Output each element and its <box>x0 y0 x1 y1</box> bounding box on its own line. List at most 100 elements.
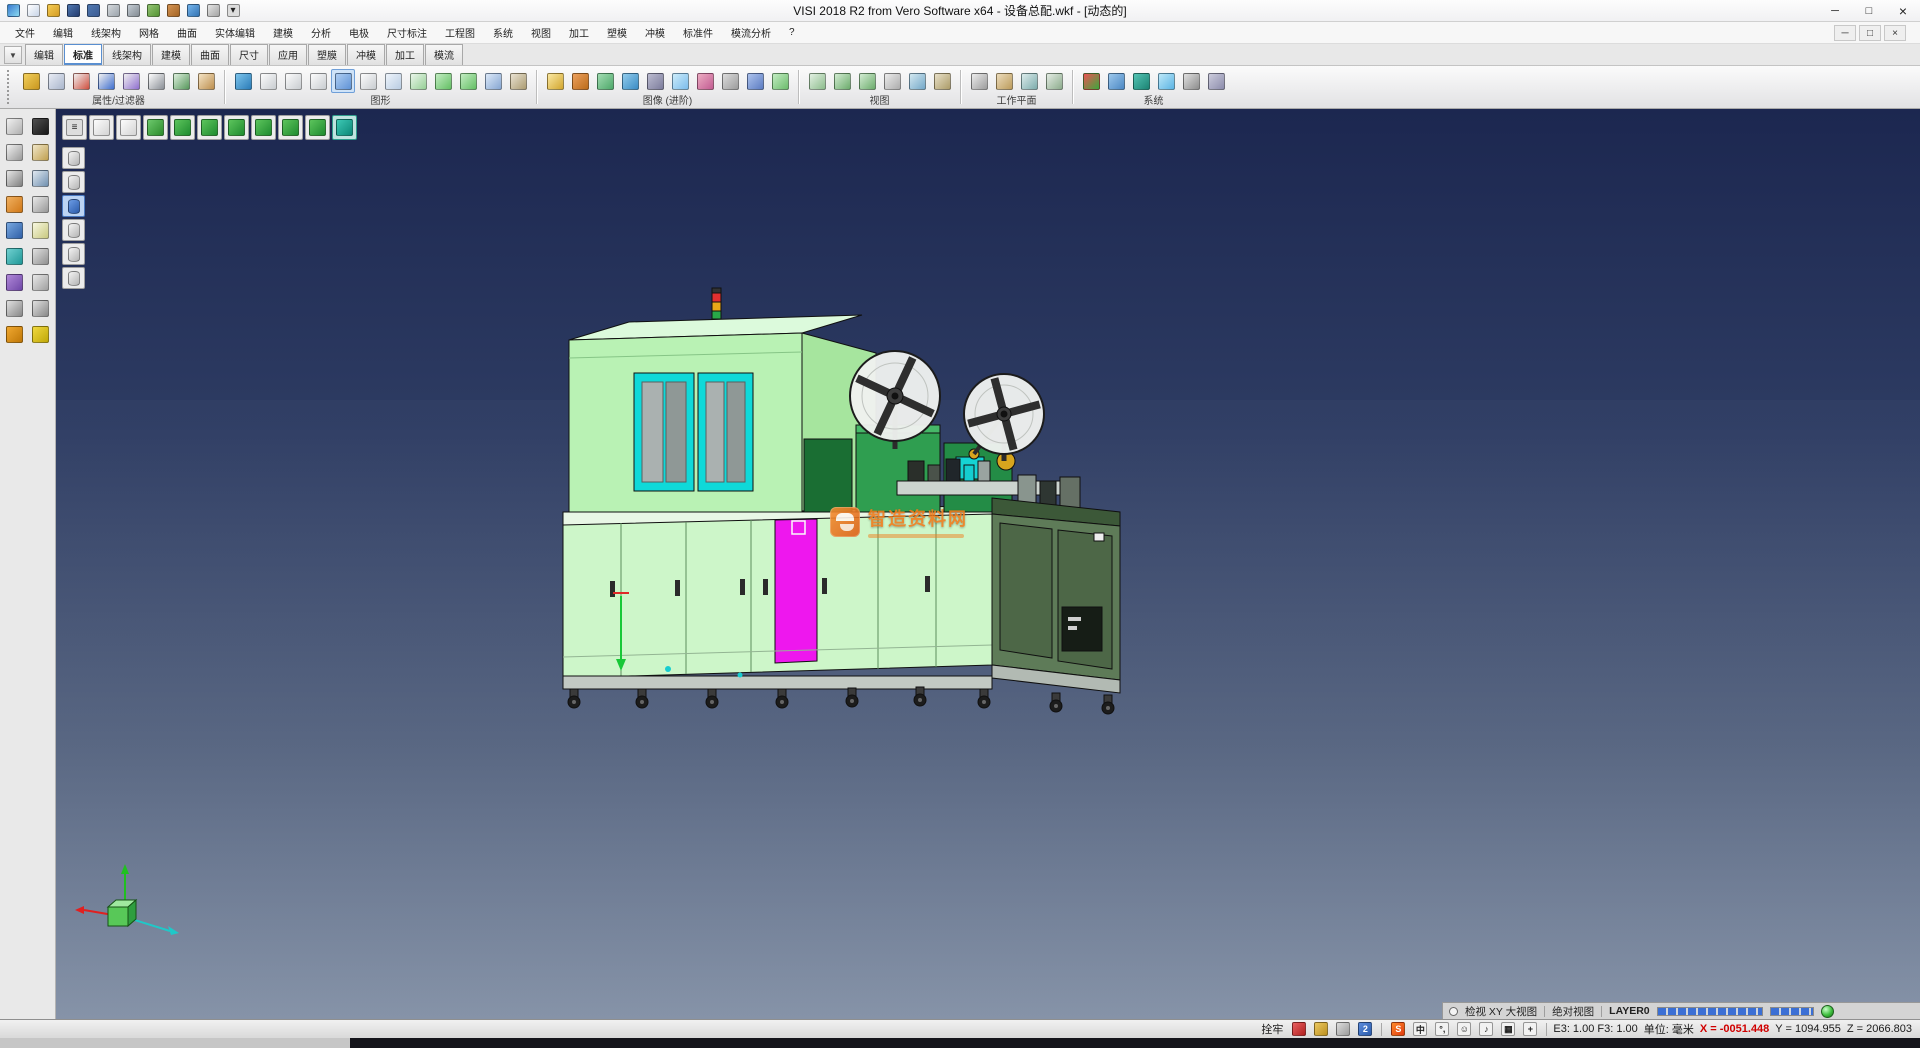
cylinder-shaded-edges-icon[interactable] <box>356 69 380 93</box>
filter-selection-icon[interactable] <box>69 69 93 93</box>
ime-lang-icon[interactable]: 中 <box>1410 1021 1430 1038</box>
tab-surface[interactable]: 曲面 <box>191 44 229 65</box>
materials-icon[interactable] <box>568 69 592 93</box>
pan-icon[interactable] <box>880 69 904 93</box>
zoom-extents-icon[interactable] <box>830 69 854 93</box>
snap-lock-label[interactable]: 拴牢 <box>1261 1021 1283 1037</box>
box-select-icon[interactable] <box>2 270 26 294</box>
erase-icon[interactable] <box>28 114 52 138</box>
open-file-icon[interactable] <box>44 2 62 19</box>
textures-icon[interactable] <box>593 69 617 93</box>
assistant-icon[interactable]: 2 <box>1355 1021 1375 1038</box>
reflections-icon[interactable] <box>668 69 692 93</box>
multi-pane-view-icon[interactable] <box>116 115 141 140</box>
toolbar-grip[interactable] <box>7 70 12 104</box>
filter-layers-icon[interactable] <box>119 69 143 93</box>
menu-modeling[interactable]: 建模 <box>264 22 302 43</box>
absolute-view-label[interactable]: 绝对视图 <box>1552 1004 1594 1019</box>
tab-die[interactable]: 冲模 <box>347 44 385 65</box>
element-attributes-icon[interactable] <box>19 69 43 93</box>
view-hint-label[interactable]: 检视 XY 大视图 <box>1465 1004 1537 1019</box>
qat-dropdown-icon[interactable]: ▾ <box>224 2 242 19</box>
cube-top-icon[interactable] <box>278 115 303 140</box>
cylinder-dashed-icon[interactable] <box>306 69 330 93</box>
project-open-icon[interactable] <box>2 322 26 346</box>
regenerate-icon[interactable] <box>231 69 255 93</box>
edit-icon[interactable] <box>28 192 52 216</box>
visibility-mask-icon[interactable] <box>169 69 193 93</box>
zoom-window-icon[interactable] <box>805 69 829 93</box>
menu-flow-analysis[interactable]: 模流分析 <box>722 22 780 43</box>
close-button[interactable]: × <box>1886 0 1920 21</box>
monitor-icon[interactable] <box>1104 69 1128 93</box>
menu-analysis[interactable]: 分析 <box>302 22 340 43</box>
menu-surface[interactable]: 曲面 <box>168 22 206 43</box>
view-list-icon[interactable] <box>930 69 954 93</box>
print-icon[interactable] <box>104 2 122 19</box>
animation-icon[interactable] <box>768 69 792 93</box>
cube-back-left-icon[interactable] <box>224 115 249 140</box>
menu-view[interactable]: 视图 <box>522 22 560 43</box>
save-all-icon[interactable] <box>84 2 102 19</box>
workplane-rotate-icon[interactable] <box>1017 69 1041 93</box>
box-wireframe-icon[interactable] <box>406 69 430 93</box>
mesh-sphere-icon[interactable] <box>481 69 505 93</box>
workplane-origin-icon[interactable] <box>1042 69 1066 93</box>
workplane-xy-icon[interactable] <box>967 69 991 93</box>
display-blank-icon[interactable] <box>62 267 85 289</box>
tab-application[interactable]: 应用 <box>269 44 307 65</box>
grid-toggle-icon[interactable] <box>1333 1021 1353 1038</box>
viewport-canvas[interactable] <box>56 109 1920 1019</box>
doc-minimize-button[interactable]: ─ <box>1834 25 1856 41</box>
cylinder-wireframe-icon[interactable] <box>256 69 280 93</box>
attribute-painter-icon[interactable] <box>44 69 68 93</box>
tab-wireframe[interactable]: 线架构 <box>103 44 151 65</box>
minimize-button[interactable]: ─ <box>1818 0 1852 21</box>
settings-icon[interactable] <box>204 2 222 19</box>
cylinder-hidden-line-icon[interactable] <box>281 69 305 93</box>
multi-view-icon[interactable] <box>743 69 767 93</box>
measure-icon[interactable] <box>28 296 52 320</box>
tab-standard[interactable]: 标准 <box>64 44 102 65</box>
menu-edit[interactable]: 编辑 <box>44 22 82 43</box>
ime-punct-icon[interactable]: °, <box>1432 1021 1452 1038</box>
select-mode-icon[interactable] <box>1289 1021 1309 1038</box>
rotate-view-icon[interactable] <box>905 69 929 93</box>
stack-icon[interactable] <box>2 244 26 268</box>
display-solids-icon[interactable] <box>62 171 85 193</box>
ime-mic-icon[interactable]: ♪ <box>1476 1021 1496 1038</box>
draft-analysis-icon[interactable] <box>1204 69 1228 93</box>
workplane-entity-icon[interactable] <box>992 69 1016 93</box>
section-view-icon[interactable] <box>506 69 530 93</box>
cube-iso-small-icon[interactable] <box>143 115 168 140</box>
units-label[interactable]: 单位: 毫米 <box>1644 1021 1694 1037</box>
display-wireframe-icon[interactable] <box>62 219 85 241</box>
sogou-logo-icon[interactable]: S <box>1388 1021 1408 1038</box>
menu-mesh[interactable]: 网格 <box>130 22 168 43</box>
tab-machining[interactable]: 加工 <box>386 44 424 65</box>
import-icon[interactable] <box>144 2 162 19</box>
render-icon[interactable] <box>693 69 717 93</box>
tab-dropdown-icon[interactable]: ▼ <box>4 46 22 64</box>
box-shaded-edges-icon[interactable] <box>456 69 480 93</box>
menu-electrode[interactable]: 电极 <box>340 22 378 43</box>
menu-help[interactable]: ? <box>780 24 804 41</box>
rotate-entity-icon[interactable] <box>2 192 26 216</box>
menu-drafting[interactable]: 工程图 <box>436 22 484 43</box>
menu-solid-edit[interactable]: 实体编辑 <box>206 22 264 43</box>
app-icon[interactable] <box>4 2 22 19</box>
options-icon[interactable] <box>2 218 26 242</box>
doc-restore-button[interactable]: □ <box>1859 25 1881 41</box>
menu-machining[interactable]: 加工 <box>560 22 598 43</box>
menu-standard-parts[interactable]: 标准件 <box>674 22 722 43</box>
menu-file[interactable]: 文件 <box>6 22 44 43</box>
display-shaded-icon[interactable] <box>62 195 85 217</box>
snap-settings-icon[interactable] <box>1311 1021 1331 1038</box>
plot-icon[interactable] <box>124 2 142 19</box>
cube-front-left-icon[interactable] <box>170 115 195 140</box>
menu-system[interactable]: 系统 <box>484 22 522 43</box>
globe-icon[interactable] <box>1129 69 1153 93</box>
ime-keyboard-icon[interactable]: ▦ <box>1498 1021 1518 1038</box>
top-view-icon[interactable] <box>89 115 114 140</box>
notes-icon[interactable] <box>28 218 52 242</box>
